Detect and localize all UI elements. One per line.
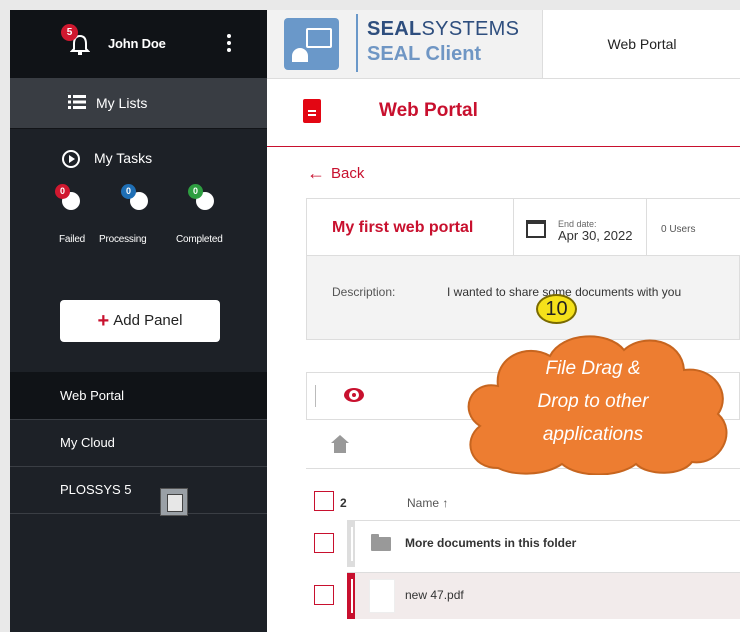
name-column-header[interactable]: Name ↑ [407,496,448,510]
add-panel-button[interactable]: + Add Panel [60,300,220,342]
drag-ghost-icon [160,488,188,516]
row-name: new 47.pdf [405,588,464,602]
row-checkbox[interactable] [314,533,334,553]
top-bar: SEALSYSTEMS SEAL Client Web Portal [267,10,740,79]
my-tasks-section: My Tasks 0 Failed 0 Processing 0 Complet… [10,129,267,249]
back-arrow-icon: ← [307,163,325,183]
end-date-value: Apr 30, 2022 [558,228,633,243]
back-link[interactable]: ← Back [307,163,364,184]
calendar-icon [526,220,546,238]
tab-web-portal[interactable]: Web Portal [542,10,740,78]
select-all-checkbox[interactable] [314,491,334,511]
panel-item-label: Web Portal [60,388,125,403]
panel-item-plossys[interactable]: PLOSSYS 5 [10,466,267,514]
page-title: Web Portal [379,100,478,121]
document-icon [303,99,321,123]
callout-line: File Drag & [545,358,641,379]
list-item[interactable]: More documents in this folder [347,520,740,567]
play-circle-icon [62,150,80,168]
add-panel-label: Add Panel [113,312,183,329]
user-bar: 5 John Doe [10,10,267,78]
brand-product: SEAL Client [367,43,482,65]
divider [513,199,514,255]
kebab-menu-icon[interactable] [226,34,232,54]
toolbar-divider [315,385,316,407]
task-failed-count: 0 [55,184,70,199]
brand-name: SEALSYSTEMS [367,18,520,40]
callout-text: File Drag & Drop to other applications [458,352,728,451]
my-tasks-label[interactable]: My Tasks [94,150,152,166]
row-checkbox[interactable] [314,585,334,605]
panel-item-my-cloud[interactable]: My Cloud [10,419,267,467]
row-indicator [347,521,355,567]
file-count: 2 [340,496,347,510]
task-failed-label: Failed [59,234,86,245]
task-processing-count: 0 [121,184,136,199]
panel-item-label: PLOSSYS 5 [60,482,132,497]
page-header: Web Portal [267,79,740,147]
back-label: Back [331,165,365,182]
notification-badge: 5 [61,24,78,41]
callout-line: applications [542,424,644,445]
home-icon[interactable] [331,435,349,454]
seal-logo-icon [284,18,339,70]
row-name: More documents in this folder [405,536,577,550]
task-processing-label: Processing [99,234,147,245]
plus-icon: + [97,310,110,332]
panel-item-web-portal[interactable]: Web Portal [10,372,267,420]
logo-divider [356,14,358,72]
users-count: 0 Users [661,224,696,235]
panel-item-label: My Cloud [60,435,115,450]
nav-my-lists-label: My Lists [96,95,148,111]
portal-name[interactable]: My first web portal [332,219,473,237]
eye-icon[interactable] [344,388,364,402]
callout-line: Drop to other [537,391,649,412]
callout-number-badge: 10 [536,294,577,324]
callout-cloud: File Drag & Drop to other applications [458,318,738,475]
row-indicator [347,573,355,619]
task-completed-label: Completed [176,234,223,245]
user-name[interactable]: John Doe [108,36,166,51]
portal-card-header: My first web portal End date: Apr 30, 20… [307,199,740,256]
list-item[interactable]: new 47.pdf [347,572,740,619]
list-icon [68,95,86,109]
pdf-file-icon [369,579,395,613]
divider [646,199,647,255]
folder-icon [371,534,391,551]
sidebar: 5 John Doe My Lists My Tasks 0 Failed 0 … [10,10,267,632]
task-completed-count: 0 [188,184,203,199]
description-label: Description: [332,285,396,299]
nav-my-lists[interactable]: My Lists [10,78,267,129]
